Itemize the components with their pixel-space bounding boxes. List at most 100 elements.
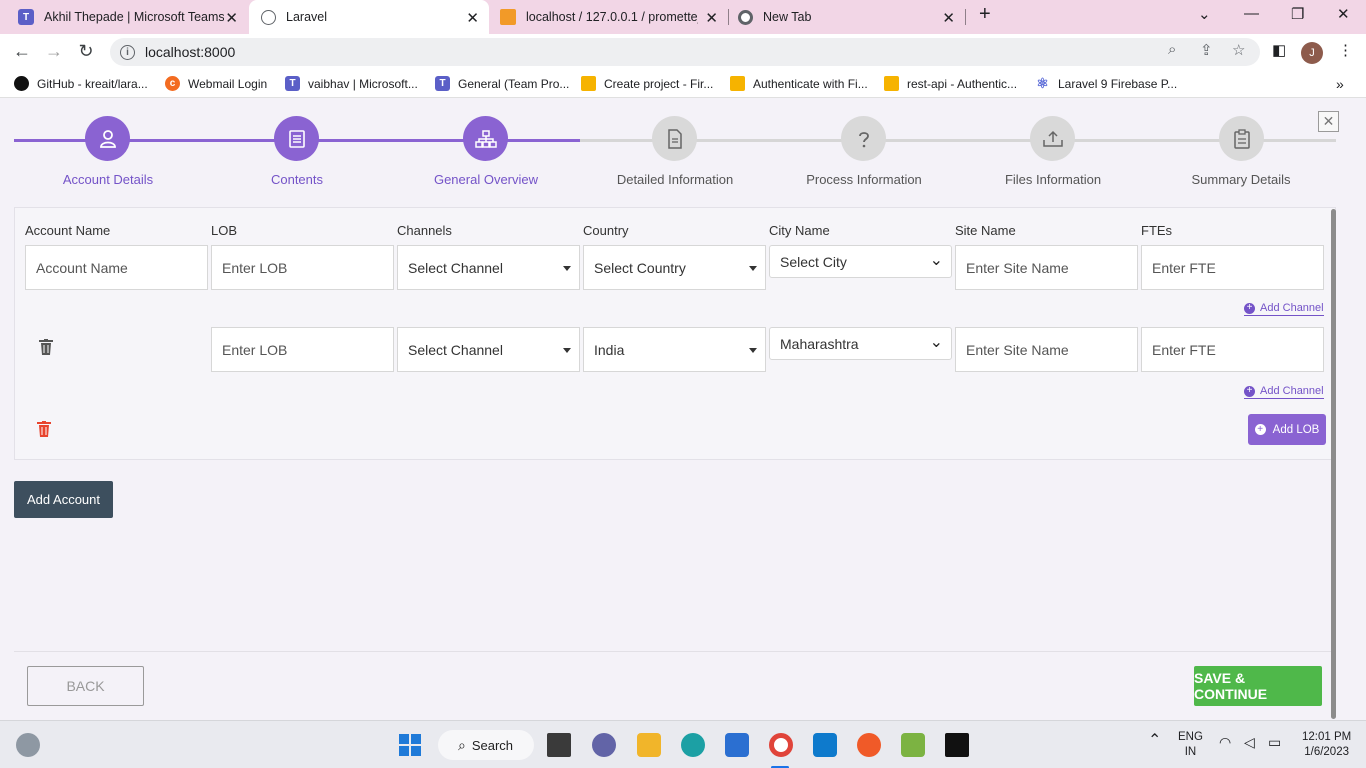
site-name-input[interactable]: Enter Site Name — [955, 245, 1138, 290]
plus-circle-icon: + — [1244, 385, 1255, 397]
tab-phpmyadmin[interactable]: localhost / 127.0.0.1 / promette_ ✕ — [490, 0, 728, 34]
language-indicator[interactable]: ENG IN — [1178, 730, 1203, 760]
tray-overflow-chevron-icon[interactable]: ⌃ — [1148, 733, 1161, 749]
clock[interactable]: 12:01 PM 1/6/2023 — [1302, 730, 1351, 760]
channel-select[interactable]: Select Channel — [397, 245, 580, 290]
step-account-details[interactable] — [85, 116, 130, 161]
add-channel-link[interactable]: + Add Channel — [1244, 302, 1324, 316]
footer-divider — [14, 651, 1332, 652]
bookmark-vaibhav[interactable]: T vaibhav | Microsoft... — [285, 76, 418, 91]
teams-icon: T — [435, 76, 450, 91]
close-icon[interactable]: ✕ — [1318, 111, 1339, 132]
windows-start-icon[interactable] — [398, 733, 422, 757]
column-label: Account Name — [25, 223, 111, 238]
channel-select[interactable]: Select Channel — [397, 327, 580, 372]
tab-laravel[interactable]: Laravel ✕ — [249, 0, 489, 34]
step-contents[interactable] — [274, 116, 319, 161]
city-select[interactable]: Maharashtra — [769, 327, 952, 360]
terminal-icon[interactable] — [945, 733, 969, 757]
bookmark-github[interactable]: GitHub - kreait/lara... — [14, 76, 148, 91]
new-tab-plus-icon[interactable]: + — [979, 3, 991, 26]
file-explorer-icon[interactable] — [637, 733, 661, 757]
fte-input[interactable]: Enter FTE — [1141, 327, 1324, 372]
minimize-icon[interactable]: — — [1244, 5, 1259, 22]
column-label: Channels — [397, 223, 452, 238]
date-label: 1/6/2023 — [1304, 746, 1349, 758]
site-info-icon[interactable]: i — [120, 44, 135, 60]
add-channel-link[interactable]: + Add Channel — [1244, 385, 1324, 399]
tab-title: Laravel — [286, 10, 327, 24]
github-icon — [14, 76, 29, 91]
bookmark-laravel-firebase[interactable]: ⚛ Laravel 9 Firebase P... — [1035, 75, 1178, 91]
reload-icon[interactable]: ↻ — [74, 41, 98, 62]
bookmark-label: Laravel 9 Firebase P... — [1058, 76, 1178, 91]
weather-icon[interactable] — [16, 733, 40, 757]
close-icon[interactable]: ✕ — [225, 9, 238, 27]
step-summary-details[interactable] — [1219, 116, 1264, 161]
zoom-icon[interactable]: ⌕ — [1168, 41, 1176, 58]
volume-icon[interactable]: ◁ — [1244, 735, 1255, 750]
bookmark-create-project[interactable]: Create project - Fir... — [581, 76, 713, 91]
lob-input[interactable]: Enter LOB — [211, 327, 394, 372]
add-lob-button[interactable]: + Add LOB — [1248, 414, 1326, 445]
close-icon[interactable]: ✕ — [466, 9, 479, 27]
bookmark-authenticate[interactable]: Authenticate with Fi... — [730, 76, 868, 91]
page-content: ✕ Account Details Contents General Overv… — [0, 99, 1366, 720]
country-select[interactable]: Select Country — [583, 245, 766, 290]
chrome-icon[interactable] — [769, 733, 793, 757]
step-general-overview[interactable] — [463, 116, 508, 161]
teams-chat-icon[interactable] — [592, 733, 616, 757]
step-files-information[interactable] — [1030, 116, 1075, 161]
bookmark-general[interactable]: T General (Team Pro... — [435, 76, 569, 91]
tab-search-chevron-icon[interactable]: ⌄ — [1198, 5, 1211, 23]
microsoft-store-icon[interactable] — [725, 733, 749, 757]
bookmark-rest-api[interactable]: rest-api - Authentic... — [884, 76, 1017, 91]
firebase-icon — [884, 76, 899, 91]
vscode-icon[interactable] — [813, 733, 837, 757]
back-button[interactable]: BACK — [27, 666, 144, 706]
city-select[interactable]: Select City — [769, 245, 952, 278]
scrollbar[interactable] — [1331, 209, 1336, 719]
close-icon[interactable]: ✕ — [942, 9, 955, 27]
avatar[interactable]: J — [1301, 42, 1323, 64]
save-continue-button[interactable]: SAVE & CONTINUE — [1194, 666, 1322, 706]
tab-teams[interactable]: T Akhil Thepade | Microsoft Teams ✕ — [0, 0, 248, 34]
battery-icon[interactable]: ▭ — [1268, 735, 1281, 750]
address-bar[interactable]: i localhost:8000 — [110, 38, 1260, 66]
close-icon[interactable]: ✕ — [705, 9, 718, 27]
account-name-input[interactable]: Account Name — [25, 245, 208, 290]
menu-kebab-icon[interactable]: ⋮ — [1338, 41, 1353, 59]
step-process-information[interactable] — [841, 116, 886, 161]
lob-input[interactable]: Enter LOB — [211, 245, 394, 290]
edge-icon[interactable] — [681, 733, 705, 757]
trash-icon[interactable] — [39, 339, 53, 355]
country-select[interactable]: India — [583, 327, 766, 372]
back-arrow-icon[interactable]: ← — [10, 41, 34, 62]
fte-input[interactable]: Enter FTE — [1141, 245, 1324, 290]
side-panel-icon[interactable]: ◧ — [1272, 41, 1286, 59]
step-label: Account Details — [62, 172, 154, 187]
step-label: Summary Details — [1191, 172, 1291, 187]
taskbar-search[interactable]: ⌕ Search — [438, 730, 534, 760]
postman-icon[interactable] — [857, 733, 881, 757]
forward-arrow-icon[interactable]: → — [42, 41, 66, 62]
share-icon[interactable]: ⇪ — [1200, 41, 1213, 59]
site-name-input[interactable]: Enter Site Name — [955, 327, 1138, 372]
phpmyadmin-icon — [500, 9, 516, 25]
wifi-icon[interactable]: ◠ — [1219, 735, 1231, 750]
window-close-icon[interactable]: ✕ — [1337, 5, 1350, 23]
search-label: Search — [471, 737, 514, 753]
add-account-button[interactable]: Add Account — [14, 481, 113, 518]
xampp-icon[interactable] — [901, 733, 925, 757]
language-label: ENG — [1178, 731, 1203, 743]
bookmark-webmail[interactable]: c Webmail Login — [165, 76, 267, 91]
bookmark-star-icon[interactable]: ☆ — [1232, 41, 1245, 59]
bookmark-label: Create project - Fir... — [604, 76, 714, 91]
task-view-icon[interactable] — [547, 733, 571, 757]
bookmarks-overflow-icon[interactable]: » — [1336, 76, 1344, 92]
tab-new-tab[interactable]: New Tab ✕ — [729, 0, 965, 34]
step-detailed-information[interactable] — [652, 116, 697, 161]
cpanel-icon: c — [165, 76, 180, 91]
restore-icon[interactable]: ❐ — [1291, 5, 1304, 23]
delete-account-trash-icon[interactable] — [37, 421, 51, 437]
